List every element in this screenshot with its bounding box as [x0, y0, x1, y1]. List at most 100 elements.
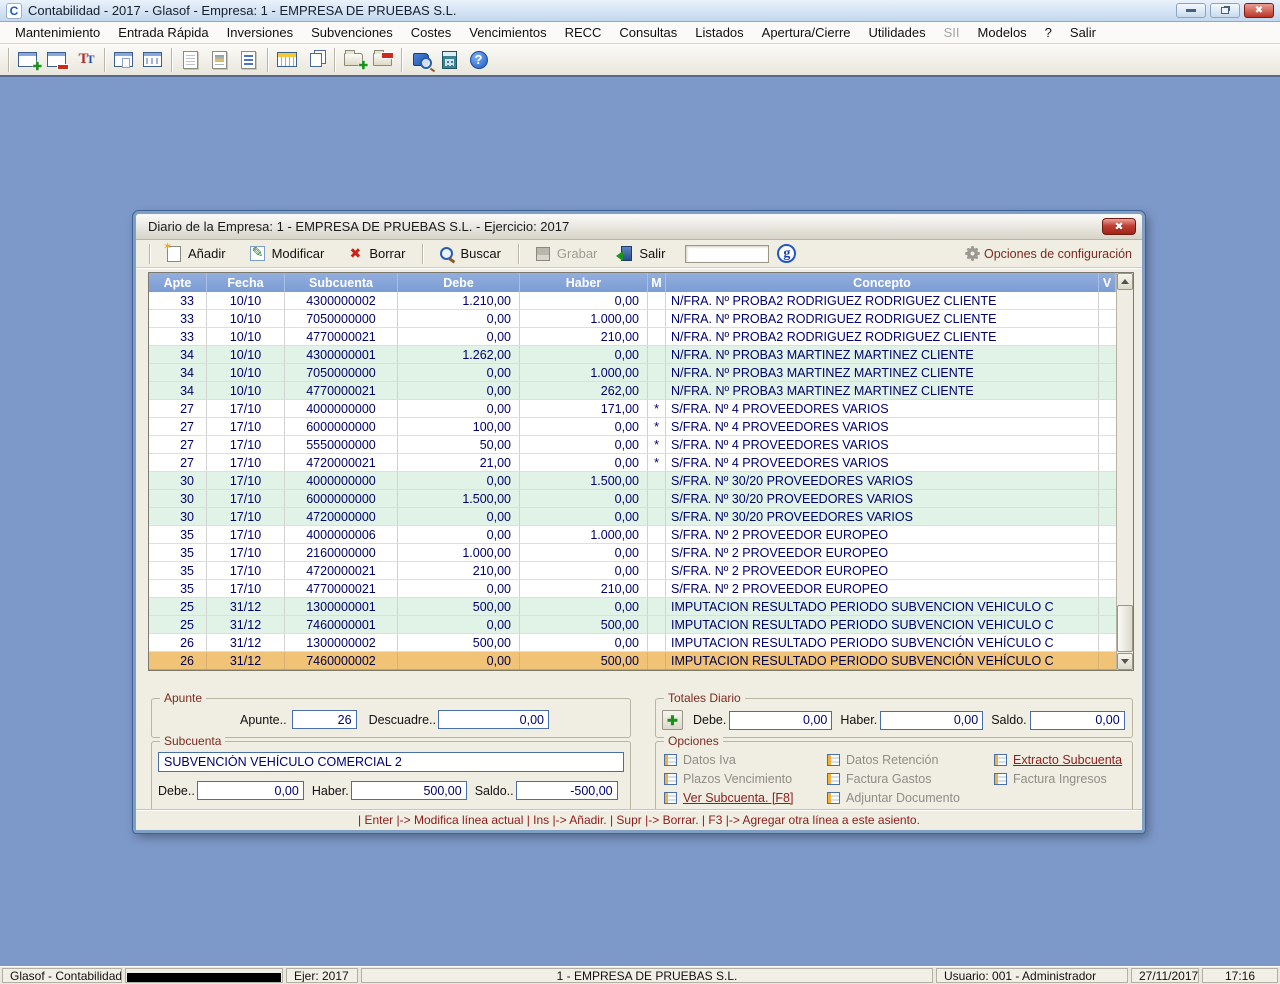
table-row[interactable]: 26 31/12 7460000002 0,00 500,00 IMPUTACI…	[149, 652, 1116, 670]
table-row[interactable]: 30 17/10 6000000000 1.500,00 0,00 S/FRA.…	[149, 490, 1116, 508]
table-row[interactable]: 26 31/12 1300000002 500,00 0,00 IMPUTACI…	[149, 634, 1116, 652]
option-item[interactable]: Extracto Subcuenta	[994, 750, 1128, 769]
dialog-close-button[interactable]: ✖	[1102, 218, 1136, 235]
table-row[interactable]: 27 17/10 5550000000 50,00 0,00 * S/FRA. …	[149, 436, 1116, 454]
document-text-icon[interactable]	[234, 46, 263, 74]
menu-item[interactable]: SII	[935, 22, 969, 43]
column-header-concepto[interactable]: Concepto	[666, 273, 1099, 292]
option-item[interactable]: Ver Subcuenta. [F8]	[664, 788, 827, 807]
scroll-up-button[interactable]	[1117, 273, 1133, 290]
menu-item[interactable]: Listados	[686, 22, 752, 43]
column-header-apte[interactable]: Apte	[149, 273, 207, 292]
column-header-m[interactable]: M	[648, 273, 666, 292]
subcuenta-haber-input[interactable]	[351, 781, 467, 800]
table-row[interactable]: 33 10/10 7050000000 0,00 1.000,00 N/FRA.…	[149, 310, 1116, 328]
cell-debe: 500,00	[398, 598, 520, 615]
document-preview-icon[interactable]	[205, 46, 234, 74]
status-bar: Glasof - Contabilidad Ejer: 2017 1 - EMP…	[0, 966, 1280, 984]
window-grid-icon[interactable]	[138, 46, 167, 74]
totales-haber-input[interactable]	[880, 711, 983, 730]
table-row[interactable]: 27 17/10 6000000000 100,00 0,00 * S/FRA.…	[149, 418, 1116, 436]
column-header-debe[interactable]: Debe	[398, 273, 520, 292]
window-document-icon[interactable]	[109, 46, 138, 74]
menu-item[interactable]: Entrada Rápida	[109, 22, 217, 43]
table-row[interactable]: 35 17/10 4720000021 210,00 0,00 S/FRA. N…	[149, 562, 1116, 580]
table-row[interactable]: 25 31/12 1300000001 500,00 0,00 IMPUTACI…	[149, 598, 1116, 616]
column-header-v[interactable]: V	[1099, 273, 1116, 292]
quick-search-box[interactable]	[685, 245, 769, 263]
menu-item[interactable]: Mantenimiento	[6, 22, 109, 43]
menu-item[interactable]: Subvenciones	[302, 22, 402, 43]
menu-item[interactable]: Inversiones	[218, 22, 302, 43]
copy-icon[interactable]	[301, 46, 330, 74]
restore-button[interactable]	[1210, 3, 1240, 18]
search-button[interactable]: Buscar	[428, 242, 512, 266]
option-item[interactable]: Factura Gastos	[827, 769, 994, 788]
table-row[interactable]: 34 10/10 4300000001 1.262,00 0,00 N/FRA.…	[149, 346, 1116, 364]
menu-item[interactable]: Modelos	[969, 22, 1036, 43]
menu-item[interactable]: Utilidades	[860, 22, 935, 43]
apunte-panel: Apunte Apunte.. Descuadre..	[151, 698, 631, 738]
close-button[interactable]: ✖	[1244, 3, 1274, 18]
table-row[interactable]: 30 17/10 4000000000 0,00 1.500,00 S/FRA.…	[149, 472, 1116, 490]
help-icon[interactable]: ?	[464, 46, 493, 74]
descuadre-input[interactable]	[438, 710, 549, 729]
delete-button[interactable]: ✖ Borrar	[336, 242, 417, 266]
toolbar-separator	[334, 48, 335, 72]
document-list-icon[interactable]	[176, 46, 205, 74]
menu-item[interactable]: ?	[1036, 22, 1061, 43]
table-row[interactable]: 33 10/10 4300000002 1.210,00 0,00 N/FRA.…	[149, 292, 1116, 310]
calculator-icon[interactable]	[435, 46, 464, 74]
menu-item[interactable]: Consultas	[610, 22, 686, 43]
add-button[interactable]: Añadir	[155, 242, 238, 266]
cell-subcuenta: 4000000000	[285, 400, 398, 417]
menu-item[interactable]: Vencimientos	[460, 22, 555, 43]
close-window-icon[interactable]	[42, 46, 71, 74]
subcuenta-name-input[interactable]	[158, 752, 624, 772]
subcuenta-saldo-input[interactable]	[516, 781, 618, 800]
new-window-icon[interactable]	[13, 46, 42, 74]
scroll-down-button[interactable]	[1117, 653, 1133, 670]
table-row[interactable]: 27 17/10 4000000000 0,00 171,00 * S/FRA.…	[149, 400, 1116, 418]
table-row[interactable]: 27 17/10 4720000021 21,00 0,00 * S/FRA. …	[149, 454, 1116, 472]
add-totals-button[interactable]: ✚	[662, 710, 683, 730]
menu-item[interactable]: Apertura/Cierre	[753, 22, 860, 43]
apunte-input[interactable]	[292, 710, 357, 729]
totales-saldo-input[interactable]	[1030, 711, 1125, 730]
column-header-fecha[interactable]: Fecha	[207, 273, 285, 292]
config-options-button[interactable]: Opciones de configuración	[967, 247, 1132, 261]
table-row[interactable]: 35 17/10 4000000006 0,00 1.000,00 S/FRA.…	[149, 526, 1116, 544]
option-item[interactable]: Factura Ingresos	[994, 769, 1128, 788]
save-button[interactable]: Grabar	[524, 242, 609, 266]
vertical-scrollbar[interactable]	[1116, 273, 1133, 670]
modify-button[interactable]: Modificar	[238, 242, 337, 266]
table-row[interactable]: 35 17/10 4770000021 0,00 210,00 S/FRA. N…	[149, 580, 1116, 598]
folder-remove-icon[interactable]	[368, 46, 397, 74]
column-header-haber[interactable]: Haber	[520, 273, 648, 292]
subcuenta-debe-input[interactable]	[197, 781, 304, 800]
font-icon[interactable]: TT	[71, 46, 100, 74]
cell-m	[648, 310, 666, 327]
option-item[interactable]: Datos Iva	[664, 750, 827, 769]
exit-button[interactable]: Salir	[609, 242, 677, 266]
totales-debe-input[interactable]	[729, 711, 832, 730]
table-row[interactable]: 33 10/10 4770000021 0,00 210,00 N/FRA. N…	[149, 328, 1116, 346]
table-row[interactable]: 34 10/10 4770000021 0,00 262,00 N/FRA. N…	[149, 382, 1116, 400]
minimize-button[interactable]	[1176, 3, 1206, 18]
search-book-icon[interactable]	[406, 46, 435, 74]
calendar-table-icon[interactable]	[272, 46, 301, 74]
menu-item[interactable]: RECC	[556, 22, 611, 43]
table-row[interactable]: 25 31/12 7460000001 0,00 500,00 IMPUTACI…	[149, 616, 1116, 634]
table-row[interactable]: 35 17/10 2160000000 1.000,00 0,00 S/FRA.…	[149, 544, 1116, 562]
menu-item[interactable]: Salir	[1061, 22, 1105, 43]
table-row[interactable]: 30 17/10 4720000000 0,00 0,00 S/FRA. Nº …	[149, 508, 1116, 526]
option-label: Factura Ingresos	[1013, 772, 1107, 786]
column-header-subcuenta[interactable]: Subcuenta	[285, 273, 398, 292]
scroll-thumb[interactable]	[1117, 605, 1133, 652]
folder-add-icon[interactable]	[339, 46, 368, 74]
menu-item[interactable]: Costes	[402, 22, 460, 43]
option-item[interactable]: Adjuntar Documento	[827, 788, 994, 807]
option-item[interactable]: Plazos Vencimiento	[664, 769, 827, 788]
table-row[interactable]: 34 10/10 7050000000 0,00 1.000,00 N/FRA.…	[149, 364, 1116, 382]
option-item[interactable]: Datos Retención	[827, 750, 994, 769]
